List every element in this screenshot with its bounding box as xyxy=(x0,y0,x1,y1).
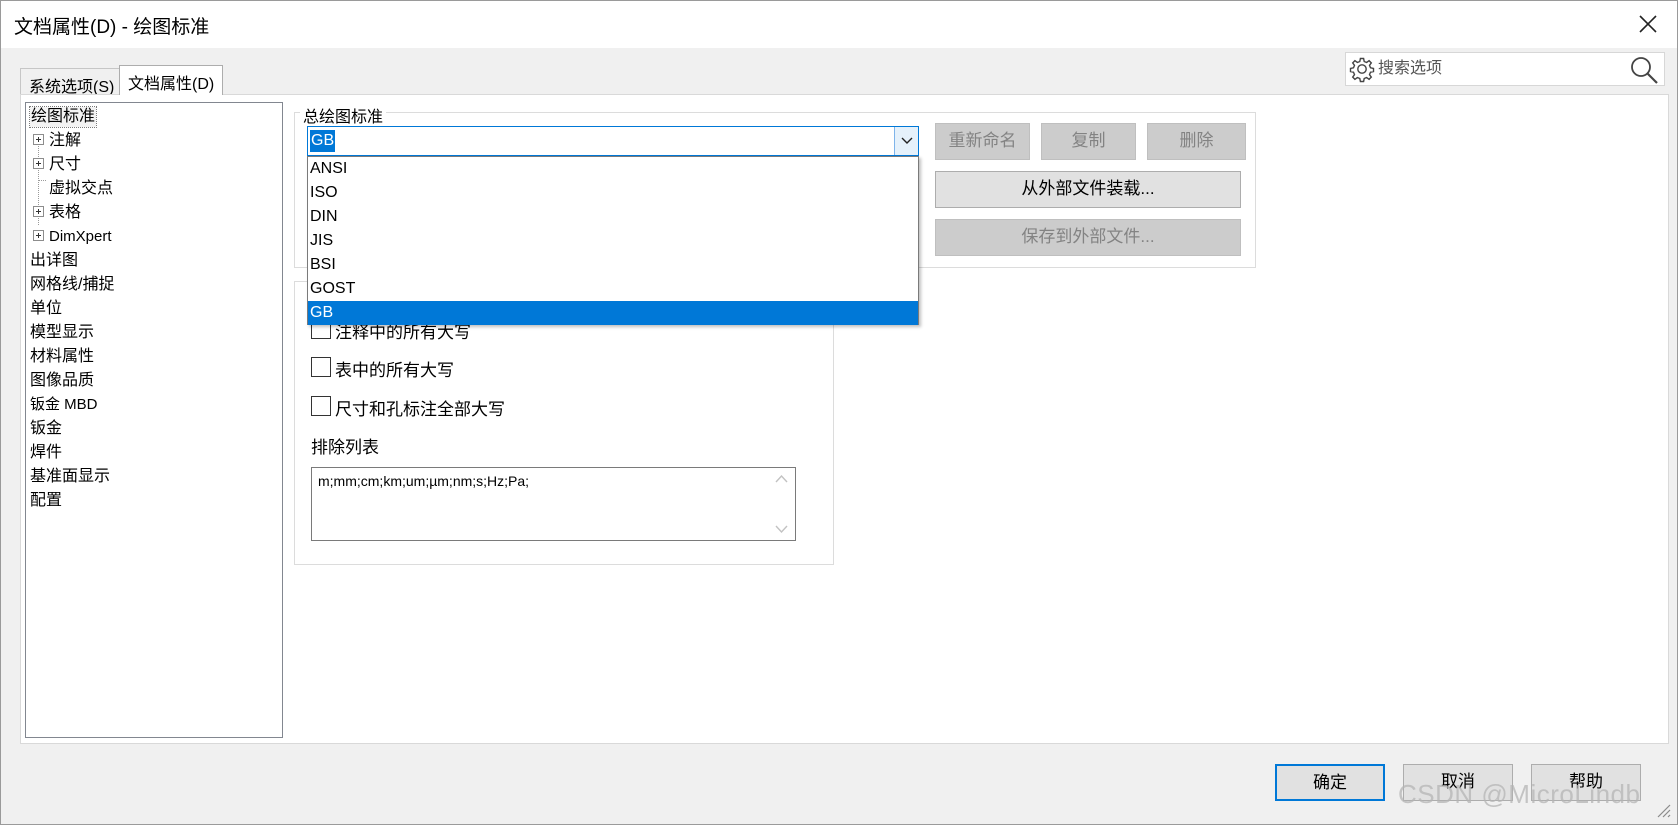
dropdown-option-din[interactable]: DIN xyxy=(308,205,918,229)
tree-item-plane-display[interactable]: 基准面显示 xyxy=(30,467,110,487)
property-tree: 绘图标准 注解 尺寸 虚拟交点 表格 DimXpert 出详图 网格线/捕捉 单… xyxy=(25,102,283,738)
dropdown-option-gb[interactable]: GB xyxy=(308,301,918,325)
expand-icon[interactable] xyxy=(33,206,44,217)
dropdown-option-ansi[interactable]: ANSI xyxy=(308,157,918,181)
tree-item-drawing-standard[interactable]: 绘图标准 xyxy=(28,106,98,128)
dropdown-option-jis[interactable]: JIS xyxy=(308,229,918,253)
tree-item-material-properties[interactable]: 材料属性 xyxy=(30,347,94,367)
window-title: 文档属性(D) - 绘图标准 xyxy=(14,17,210,38)
tree-line xyxy=(38,180,46,181)
ok-button[interactable]: 确定 xyxy=(1275,764,1385,801)
tree-item-sheet-metal-mbd[interactable]: 钣金 MBD xyxy=(30,395,98,415)
standard-dropdown-list: ANSI ISO DIN JIS BSI GOST GB xyxy=(307,156,919,325)
expand-icon[interactable] xyxy=(33,230,44,241)
tab-document-properties[interactable]: 文档属性(D) xyxy=(119,65,224,95)
tree-item-weldments[interactable]: 焊件 xyxy=(30,443,62,463)
tree-item-grid-snap[interactable]: 网格线/捕捉 xyxy=(30,275,114,295)
tab-system-options[interactable]: 系统选项(S) xyxy=(20,68,124,96)
checkbox-box[interactable] xyxy=(311,357,331,377)
tree-item-sheet-metal[interactable]: 钣金 xyxy=(30,419,62,439)
scroll-down-icon[interactable] xyxy=(775,525,788,534)
tree-item-detailing[interactable]: 出详图 xyxy=(30,251,78,271)
exclude-list-scrollbar[interactable] xyxy=(768,468,795,540)
dropdown-option-iso[interactable]: ISO xyxy=(308,181,918,205)
tree-item-tables[interactable]: 表格 xyxy=(49,203,81,223)
tree-item-model-display[interactable]: 模型显示 xyxy=(30,323,94,343)
tree-item-configurations[interactable]: 配置 xyxy=(30,491,62,511)
standard-combobox[interactable] xyxy=(307,126,919,156)
group-label-drawing-standard: 总绘图标准 xyxy=(300,103,387,127)
combobox-dropdown-button[interactable] xyxy=(894,127,918,155)
standard-combobox-value[interactable]: GB xyxy=(310,130,336,152)
watermark: CSDN @MicroLindb xyxy=(1398,779,1641,809)
exclude-list-label: 排除列表 xyxy=(311,438,379,457)
tree-item-image-quality[interactable]: 图像品质 xyxy=(30,371,94,391)
title-bar xyxy=(0,0,1678,48)
search-input[interactable] xyxy=(1378,56,1608,82)
chevron-down-icon xyxy=(901,137,913,144)
expand-icon[interactable] xyxy=(33,158,44,169)
checkbox-label: 尺寸和孔标注全部大写 xyxy=(335,400,505,419)
dropdown-option-gost[interactable]: GOST xyxy=(308,277,918,301)
resize-grip-icon[interactable] xyxy=(1652,799,1672,819)
checkbox-label: 表中的所有大写 xyxy=(335,361,454,380)
tree-item-dimxpert[interactable]: DimXpert xyxy=(49,227,112,247)
expand-icon[interactable] xyxy=(33,134,44,145)
close-button[interactable] xyxy=(1628,4,1668,44)
gear-icon[interactable] xyxy=(1348,55,1376,83)
delete-button[interactable]: 删除 xyxy=(1147,123,1246,160)
dropdown-option-bsi[interactable]: BSI xyxy=(308,253,918,277)
scroll-up-icon[interactable] xyxy=(775,474,788,483)
exclude-list-value[interactable]: m;mm;cm;km;um;µm;nm;s;Hz;Pa; xyxy=(318,473,529,489)
copy-button[interactable]: 复制 xyxy=(1041,123,1136,160)
tree-item-virtual-sharps[interactable]: 虚拟交点 xyxy=(49,179,113,199)
load-from-file-button[interactable]: 从外部文件装载... xyxy=(935,171,1241,208)
tree-item-units[interactable]: 单位 xyxy=(30,299,62,319)
search-icon[interactable] xyxy=(1628,54,1660,86)
checkbox-box[interactable] xyxy=(311,396,331,416)
close-icon xyxy=(1639,15,1657,33)
tree-item-dimensions[interactable]: 尺寸 xyxy=(49,155,81,175)
save-to-file-button[interactable]: 保存到外部文件... xyxy=(935,219,1241,256)
rename-button[interactable]: 重新命名 xyxy=(935,123,1030,160)
tree-item-annotations[interactable]: 注解 xyxy=(49,131,81,151)
